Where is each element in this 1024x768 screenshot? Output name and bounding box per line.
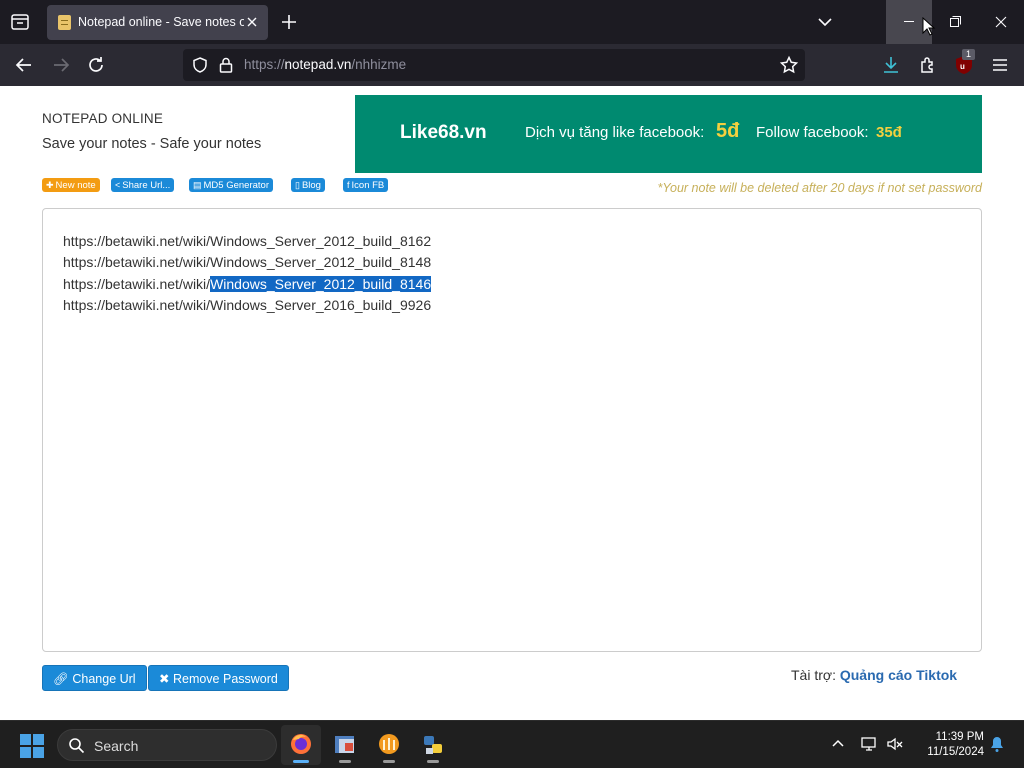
ad-text-like: Dịch vụ tăng like facebook: [525, 124, 705, 141]
notification-bell-icon[interactable] [988, 735, 1006, 753]
note-textarea[interactable]: https://betawiki.net/wiki/Windows_Server… [42, 208, 982, 652]
mouse-cursor-icon [922, 16, 936, 37]
back-arrow-icon[interactable] [12, 53, 36, 77]
change-url-button[interactable]: 🔗︎ Change Url [42, 665, 147, 691]
md5-generator-button[interactable]: ▤ MD5 Generator [189, 178, 273, 192]
icon-fb-button[interactable]: f Icon FB [343, 178, 389, 192]
ad-brand: Like68.vn [400, 122, 487, 143]
sponsor: Tài trợ: Quảng cáo Tiktok [791, 667, 957, 683]
lock-icon[interactable] [218, 56, 234, 74]
file-icon: ▯ [295, 180, 300, 190]
ad-text-follow: Follow facebook: [756, 124, 869, 141]
new-note-button[interactable]: ✚ New note [42, 178, 100, 192]
clock-time: 11:39 PM [935, 731, 984, 743]
forward-arrow-icon[interactable] [49, 53, 73, 77]
firefox-view-icon[interactable] [8, 10, 32, 34]
plus-icon: ✚ [46, 180, 54, 190]
svg-text:u: u [960, 62, 965, 71]
url-text[interactable]: https://notepad.vn/nhhizme [244, 57, 406, 72]
note-line: https://betawiki.net/wiki/Windows_Server… [63, 233, 432, 249]
site-tagline: Save your notes - Safe your notes [42, 136, 262, 152]
clock-date: 11/15/2024 [927, 746, 984, 758]
reload-icon[interactable] [84, 53, 108, 77]
windows-taskbar: Search 11:39 PM 11/15/2024 [0, 720, 1024, 768]
network-icon[interactable] [860, 735, 878, 753]
deletion-notice: *Your note will be deleted after 20 days… [657, 181, 983, 195]
extensions-puzzle-icon[interactable] [917, 54, 939, 76]
share-url-button[interactable]: < Share Url... [111, 178, 175, 192]
restore-window-button[interactable] [932, 0, 978, 44]
sponsor-label: Tài trợ: [791, 667, 836, 683]
notepad-favicon-icon [58, 15, 71, 30]
document-icon: ▤ [193, 180, 202, 190]
hamburger-menu-icon[interactable] [989, 54, 1011, 76]
share-icon: < [115, 180, 121, 190]
facebook-icon: f [347, 180, 350, 190]
tab-title: Notepad online - Save notes on [78, 15, 244, 29]
taskbar-clock[interactable]: 11:39 PM 11/15/2024 [914, 730, 984, 760]
blog-button[interactable]: ▯ Blog [291, 178, 325, 192]
firefox-taskbar-icon[interactable] [281, 725, 321, 765]
orange-app-taskbar-icon[interactable] [369, 725, 409, 765]
close-window-button[interactable] [978, 0, 1024, 44]
search-icon [68, 737, 85, 754]
tracking-protection-shield-icon[interactable] [191, 56, 209, 74]
remove-password-button[interactable]: ✖ Remove Password [148, 665, 289, 691]
sponsor-link[interactable]: Quảng cáo Tiktok [840, 667, 957, 683]
ad-price-follow: 35đ [876, 124, 902, 141]
ad-banner[interactable]: Like68.vn Dịch vụ tăng like facebook: 5đ… [355, 95, 982, 173]
file-app-taskbar-icon[interactable] [325, 725, 365, 765]
ad-price-like: 5đ [716, 120, 740, 142]
notepad-page: NOTEPAD ONLINE Save your notes - Safe yo… [0, 86, 1024, 720]
taskbar-search-box[interactable]: Search [57, 729, 277, 761]
x-icon: ✖ [159, 672, 170, 686]
new-tab-plus-icon[interactable] [279, 12, 299, 32]
extension-count-badge: 1 [962, 49, 975, 60]
bookmark-star-icon[interactable] [779, 55, 799, 75]
active-tab[interactable]: Notepad online - Save notes on [47, 5, 268, 40]
note-line-selected: https://betawiki.net/wiki/Windows_Server… [63, 275, 432, 292]
python-app-taskbar-icon[interactable] [413, 725, 453, 765]
browser-nav-bar: https://notepad.vn/nhhizme u 1 [0, 44, 1024, 86]
link-icon: 🔗︎ [53, 672, 69, 686]
browser-tab-bar: Notepad online - Save notes on [0, 0, 1024, 44]
note-line: https://betawiki.net/wiki/Windows_Server… [63, 296, 432, 313]
text-selection: Windows_Server_2012_build_8146 [210, 275, 432, 292]
site-title[interactable]: NOTEPAD ONLINE [42, 111, 163, 126]
search-label: Search [94, 738, 139, 754]
volume-muted-icon[interactable] [886, 735, 904, 753]
windows-start-icon[interactable] [20, 734, 44, 758]
close-tab-icon[interactable] [244, 14, 260, 30]
note-line: https://betawiki.net/wiki/Windows_Server… [63, 254, 432, 271]
downloads-icon[interactable] [880, 54, 902, 76]
show-hidden-icons-chevron-icon[interactable] [829, 735, 847, 753]
list-all-tabs-chevron-icon[interactable] [816, 13, 834, 31]
address-bar[interactable]: https://notepad.vn/nhhizme [183, 49, 805, 81]
